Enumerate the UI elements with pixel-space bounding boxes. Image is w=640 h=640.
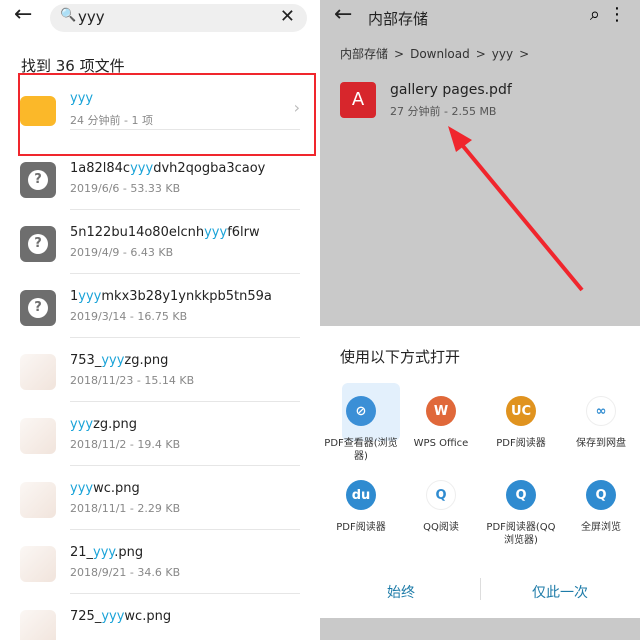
search-results-panel: ← 🔍 yyy ✕ 找到 36 项文件 yyy 24 分钟前 - 1 项 ›? 1a8… <box>0 0 320 640</box>
file-item[interactable]: 21_yyy.png 2018/9/21 - 34.6 KB <box>0 530 320 594</box>
app-icon: UC <box>506 396 536 426</box>
name-part: 753_ <box>70 353 102 368</box>
app-label: PDF查看器(浏览器) <box>324 438 398 462</box>
unknown-file-icon: ? <box>20 162 56 198</box>
name-part: dvh2qogba3caoy <box>153 161 266 176</box>
name-part: f6lrw <box>227 225 260 240</box>
item-name: yyywc.png <box>70 481 140 496</box>
item-name: 1yyymkx3b28y1ynkkpb5tn59a <box>70 289 272 304</box>
app-icon: ⊘ <box>346 396 376 426</box>
name-match: yyy <box>70 481 94 496</box>
name-part: .png <box>114 545 144 560</box>
name-part: zg.png <box>124 353 169 368</box>
search-icon: 🔍 <box>60 8 77 23</box>
app-icon: Q <box>426 480 456 510</box>
item-meta: 2018/11/2 - 19.4 KB <box>70 438 181 451</box>
file-item[interactable]: 753_yyyzg.png 2018/11/23 - 15.14 KB <box>0 338 320 402</box>
item-name: 1a82l84cyyydvh2qogba3caoy <box>70 161 265 176</box>
file-item[interactable]: yyywc.png 2018/11/1 - 2.29 KB <box>0 466 320 530</box>
image-thumbnail <box>20 354 56 390</box>
file-item[interactable]: 725_yyywc.png <box>0 594 320 640</box>
item-meta: 2018/9/21 - 34.6 KB <box>70 566 181 579</box>
image-thumbnail <box>20 546 56 582</box>
name-part: wc.png <box>124 609 172 624</box>
name-match: yyy <box>204 225 228 240</box>
name-part: wc.png <box>93 481 140 496</box>
app-label: 保存到网盘 <box>576 438 626 449</box>
item-meta: 2019/3/14 - 16.75 KB <box>70 310 188 323</box>
name-part: 725_ <box>70 609 102 624</box>
unknown-file-icon: ? <box>20 226 56 262</box>
item-meta: 2019/6/6 - 53.33 KB <box>70 182 181 195</box>
clear-icon[interactable]: ✕ <box>280 6 295 27</box>
item-name: yyyzg.png <box>70 417 137 432</box>
name-part: zg.png <box>93 417 138 432</box>
app-icon: W <box>426 396 456 426</box>
file-item[interactable]: ? 1yyymkx3b28y1ynkkpb5tn59a 2019/3/14 - 16… <box>0 274 320 338</box>
name-part: 5n122bu14o80elcnh <box>70 225 205 240</box>
storage-panel: ← 内部存储 ⌕ ⋮ 内部存储 > Download > yyy > A gallery … <box>320 0 640 640</box>
item-name: 753_yyyzg.png <box>70 353 168 368</box>
file-item[interactable]: ? 5n122bu14o80elcnhyyyf6lrw 2019/4/9 - 6.4… <box>0 210 320 274</box>
name-match: yyy <box>101 609 125 624</box>
item-name: 5n122bu14o80elcnhyyyf6lrw <box>70 225 260 240</box>
name-match: yyy <box>78 289 102 304</box>
image-thumbnail <box>20 482 56 518</box>
app-label: WPS Office <box>413 438 469 449</box>
item-meta: 2019/4/9 - 6.43 KB <box>70 246 174 259</box>
app-icon: ∞ <box>586 396 616 426</box>
app-option[interactable]: ⊘ PDF查看器(浏览器) <box>322 383 400 463</box>
app-label: PDF阅读器(QQ浏览器) <box>486 522 556 546</box>
image-thumbnail <box>20 418 56 454</box>
app-option[interactable]: du PDF阅读器 <box>322 480 400 534</box>
annotation-arrow <box>448 126 584 292</box>
app-option[interactable]: Q 全屏浏览 <box>562 480 640 534</box>
name-part: 21_ <box>70 545 94 560</box>
image-thumbnail <box>20 610 56 640</box>
app-option[interactable]: W WPS Office <box>402 396 480 450</box>
file-item[interactable]: yyyzg.png 2018/11/2 - 19.4 KB <box>0 402 320 466</box>
app-label: QQ阅读 <box>423 522 459 533</box>
name-part: 1a82l84c <box>70 161 131 176</box>
app-label: PDF阅读器 <box>496 438 546 449</box>
item-meta: 2018/11/1 - 2.29 KB <box>70 502 181 515</box>
item-name: 21_yyy.png <box>70 545 143 560</box>
app-option[interactable]: UC PDF阅读器 <box>482 396 560 450</box>
search-input[interactable]: 🔍 yyy ✕ <box>50 4 307 32</box>
app-label: 全屏浏览 <box>581 522 621 533</box>
name-match: yyy <box>70 417 94 432</box>
annotation-highlight-box <box>18 73 316 156</box>
name-match: yyy <box>93 545 115 560</box>
app-label: PDF阅读器 <box>336 522 386 533</box>
sheet-title: 使用以下方式打开 <box>340 348 461 366</box>
always-button[interactable]: 始终 <box>387 582 415 602</box>
open-with-sheet: 使用以下方式打开 ⊘ PDF查看器(浏览器) W WPS Office UC PDF阅读器… <box>320 326 640 618</box>
search-query[interactable]: yyy <box>78 8 105 26</box>
divider <box>480 578 481 600</box>
app-icon: Q <box>506 480 536 510</box>
app-option[interactable]: ∞ 保存到网盘 <box>562 396 640 450</box>
back-arrow-icon[interactable]: ← <box>14 2 32 27</box>
app-option[interactable]: Q PDF阅读器(QQ浏览器) <box>482 480 560 547</box>
just-once-button[interactable]: 仅此一次 <box>532 582 588 602</box>
item-meta: 2018/11/23 - 15.14 KB <box>70 374 195 387</box>
item-name: 725_yyywc.png <box>70 609 171 624</box>
unknown-file-icon: ? <box>20 290 56 326</box>
app-icon: du <box>346 480 376 510</box>
app-icon: Q <box>586 480 616 510</box>
name-match: yyy <box>130 161 154 176</box>
name-match: yyy <box>101 353 125 368</box>
name-part: mkx3b28y1ynkkpb5tn59a <box>101 289 272 304</box>
app-option[interactable]: Q QQ阅读 <box>402 480 480 534</box>
